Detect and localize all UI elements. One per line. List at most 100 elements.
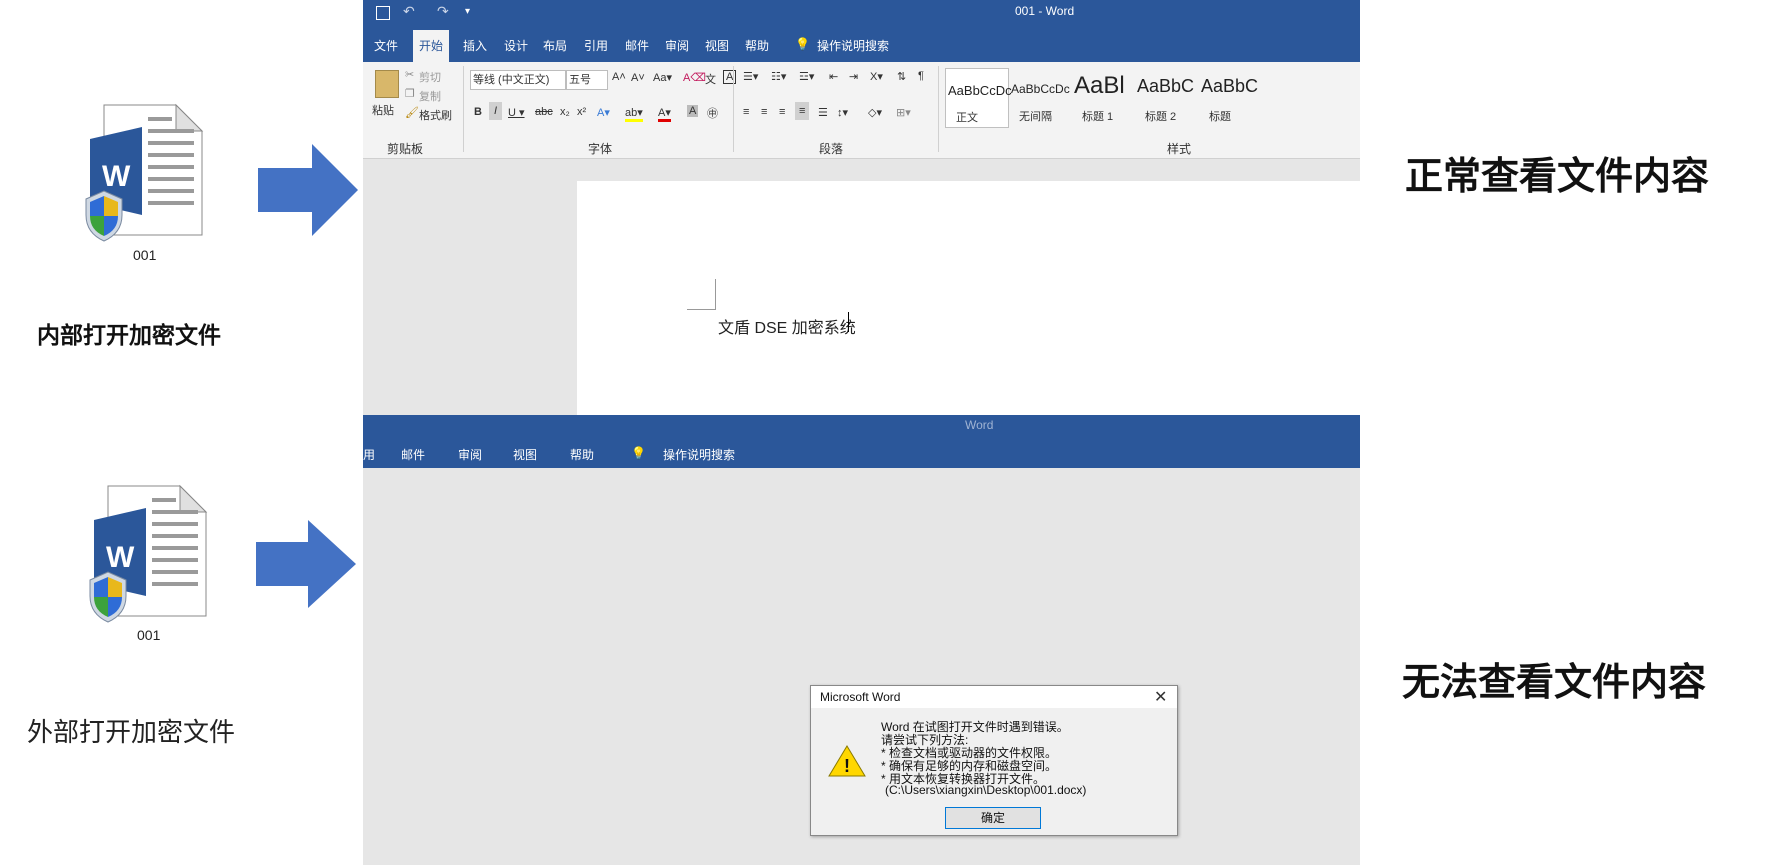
style-no-spacing[interactable]: AaBbCcDc 无间隔 xyxy=(1009,68,1071,126)
word-file-icon-top[interactable]: W xyxy=(72,103,204,253)
superscript-icon[interactable]: x² xyxy=(577,106,586,118)
ok-button[interactable]: 确定 xyxy=(945,807,1041,829)
underline-icon[interactable]: U ▾ xyxy=(508,106,525,119)
format-painter-icon: 🖌 xyxy=(405,107,419,119)
tab-file[interactable]: 文件 xyxy=(374,37,398,54)
close-icon[interactable]: ✕ xyxy=(1154,687,1167,707)
window-title: Word xyxy=(965,418,994,432)
ribbon-home: 粘贴 ✂ 剪切 ❐ 复制 🖌 格式刷 剪贴板 等线 (中文正文) 五号 A˄ A… xyxy=(363,62,1360,159)
bold-icon[interactable]: B xyxy=(474,106,482,118)
result-cannot-view: 无法查看文件内容 xyxy=(1402,662,1707,704)
clipboard-group-label: 剪贴板 xyxy=(387,142,424,156)
svg-text:!: ! xyxy=(844,756,850,776)
tab-references[interactable]: 引用 xyxy=(584,37,608,54)
warning-icon: ! xyxy=(828,745,866,777)
ribbon-tabs: 文件 开始 插入 设计 布局 引用 邮件 审阅 视图 帮助 💡 操作说明搜索 xyxy=(363,30,1360,62)
highlight-icon[interactable]: ab▾ xyxy=(625,106,643,122)
tab-help[interactable]: 帮助 xyxy=(570,446,594,463)
enclose-characters-icon[interactable]: ㊥ xyxy=(707,105,718,121)
copy-button[interactable]: 复制 xyxy=(419,88,441,104)
paste-button[interactable]: 粘贴 xyxy=(372,102,394,118)
justify-icon[interactable]: ≡ xyxy=(795,102,810,120)
change-case-icon[interactable]: Aa▾ xyxy=(653,71,672,84)
chinese-layout-icon[interactable]: X▾ xyxy=(870,70,883,83)
result-normal-view: 正常查看文件内容 xyxy=(1405,156,1710,198)
subscript-icon[interactable]: x₂ xyxy=(560,106,570,118)
dialog-title: Microsoft Word xyxy=(820,690,901,704)
group-divider xyxy=(733,66,734,152)
file-name-top: 001 xyxy=(133,247,157,263)
shrink-font-icon[interactable]: A˅ xyxy=(631,72,645,84)
styles-group-label: 样式 xyxy=(1167,142,1192,156)
tab-mailings[interactable]: 邮件 xyxy=(625,37,649,54)
quick-access-more-icon[interactable]: ▾ xyxy=(465,6,470,17)
document-page[interactable]: 文盾 DSE 加密系统 xyxy=(577,181,1360,415)
file-name-bottom: 001 xyxy=(137,627,161,643)
tab-partial[interactable]: 用 xyxy=(363,446,375,463)
tell-me-search[interactable]: 操作说明搜索 xyxy=(817,37,889,54)
tab-mailings[interactable]: 邮件 xyxy=(401,446,425,463)
group-divider xyxy=(463,66,464,152)
tab-view[interactable]: 视图 xyxy=(513,446,537,463)
clipboard-paste-icon[interactable] xyxy=(375,70,399,98)
svg-text:W: W xyxy=(106,541,135,574)
dialog-file-path: (C:\Users\xiangxin\Desktop\001.docx) xyxy=(885,783,1087,797)
line-spacing-icon[interactable]: ↕▾ xyxy=(837,106,848,119)
bullets-icon[interactable]: ☰▾ xyxy=(743,70,758,83)
font-size-select[interactable]: 五号 xyxy=(566,70,608,90)
font-group-label: 字体 xyxy=(588,142,613,156)
window-title: 001 - Word xyxy=(1015,4,1075,18)
tab-design[interactable]: 设计 xyxy=(504,37,528,54)
internal-open-caption: 内部打开加密文件 xyxy=(37,322,221,348)
character-shading-icon[interactable]: A xyxy=(687,105,699,117)
lightbulb-icon: 💡 xyxy=(631,446,646,460)
borders-icon[interactable]: ⊞▾ xyxy=(896,106,911,119)
tab-review[interactable]: 审阅 xyxy=(458,446,482,463)
font-name-select[interactable]: 等线 (中文正文) xyxy=(470,70,566,90)
text-effects-icon[interactable]: A▾ xyxy=(597,106,610,119)
dialog-header: Microsoft Word ✕ xyxy=(811,686,1177,708)
style-heading-1[interactable]: AaBl 标题 1 xyxy=(1072,68,1134,126)
tab-home[interactable]: 开始 xyxy=(413,30,450,62)
show-marks-icon[interactable]: ¶ xyxy=(918,70,924,82)
tab-layout[interactable]: 布局 xyxy=(543,37,567,54)
align-right-icon[interactable]: ≡ xyxy=(779,106,785,118)
font-color-icon[interactable]: A▾ xyxy=(658,106,671,122)
paragraph-group-label: 段落 xyxy=(819,142,844,156)
align-center-icon[interactable]: ≡ xyxy=(761,106,767,118)
style-title[interactable]: AaBbC 标题 xyxy=(1199,68,1261,126)
tab-review[interactable]: 审阅 xyxy=(665,37,689,54)
shading-icon[interactable]: ◇▾ xyxy=(868,106,882,119)
italic-icon[interactable]: I xyxy=(489,102,503,120)
ribbon-tabs: 用 邮件 审阅 视图 帮助 💡 操作说明搜索 xyxy=(363,435,1360,468)
tab-view[interactable]: 视图 xyxy=(705,37,729,54)
style-normal[interactable]: AaBbCcDc 正文 xyxy=(945,68,1012,128)
word-file-icon-bottom[interactable]: W xyxy=(76,484,208,634)
cut-button[interactable]: 剪切 xyxy=(419,69,441,85)
grow-font-icon[interactable]: A˄ xyxy=(612,71,626,83)
increase-indent-icon[interactable]: ⇥ xyxy=(849,70,858,83)
document-text[interactable]: 文盾 DSE 加密系统 xyxy=(718,314,856,338)
svg-text:W: W xyxy=(102,160,131,193)
multilevel-list-icon[interactable]: ☲▾ xyxy=(799,70,814,83)
tell-me-search[interactable]: 操作说明搜索 xyxy=(663,446,735,463)
decrease-indent-icon[interactable]: ⇤ xyxy=(829,70,838,83)
character-border-icon[interactable]: A xyxy=(723,70,737,84)
redo-icon[interactable]: ↷ xyxy=(437,3,449,20)
distributed-icon[interactable]: ☰ xyxy=(818,106,828,119)
phonetic-guide-icon[interactable]: 文 xyxy=(705,71,716,87)
clear-format-icon[interactable]: A⌫ xyxy=(683,71,706,84)
style-heading-2[interactable]: AaBbC 标题 2 xyxy=(1135,68,1197,126)
strikethrough-icon[interactable]: abc xyxy=(535,106,553,118)
tab-insert[interactable]: 插入 xyxy=(463,37,487,54)
format-painter-button[interactable]: 格式刷 xyxy=(419,107,452,123)
word-window-error: Word 用 邮件 审阅 视图 帮助 💡 操作说明搜索 Microsoft Wo… xyxy=(363,415,1360,865)
numbering-icon[interactable]: ☷▾ xyxy=(771,70,786,83)
align-left-icon[interactable]: ≡ xyxy=(743,106,749,118)
sort-icon[interactable]: ⇅ xyxy=(897,70,906,83)
undo-icon[interactable]: ↶ xyxy=(403,3,415,20)
save-icon[interactable] xyxy=(376,6,390,20)
word-window-normal: ↶ ↷ ▾ 001 - Word 文件 开始 插入 设计 布局 引用 邮件 审阅… xyxy=(363,0,1360,415)
word-document-icon: W xyxy=(89,484,208,623)
tab-help[interactable]: 帮助 xyxy=(745,37,769,54)
